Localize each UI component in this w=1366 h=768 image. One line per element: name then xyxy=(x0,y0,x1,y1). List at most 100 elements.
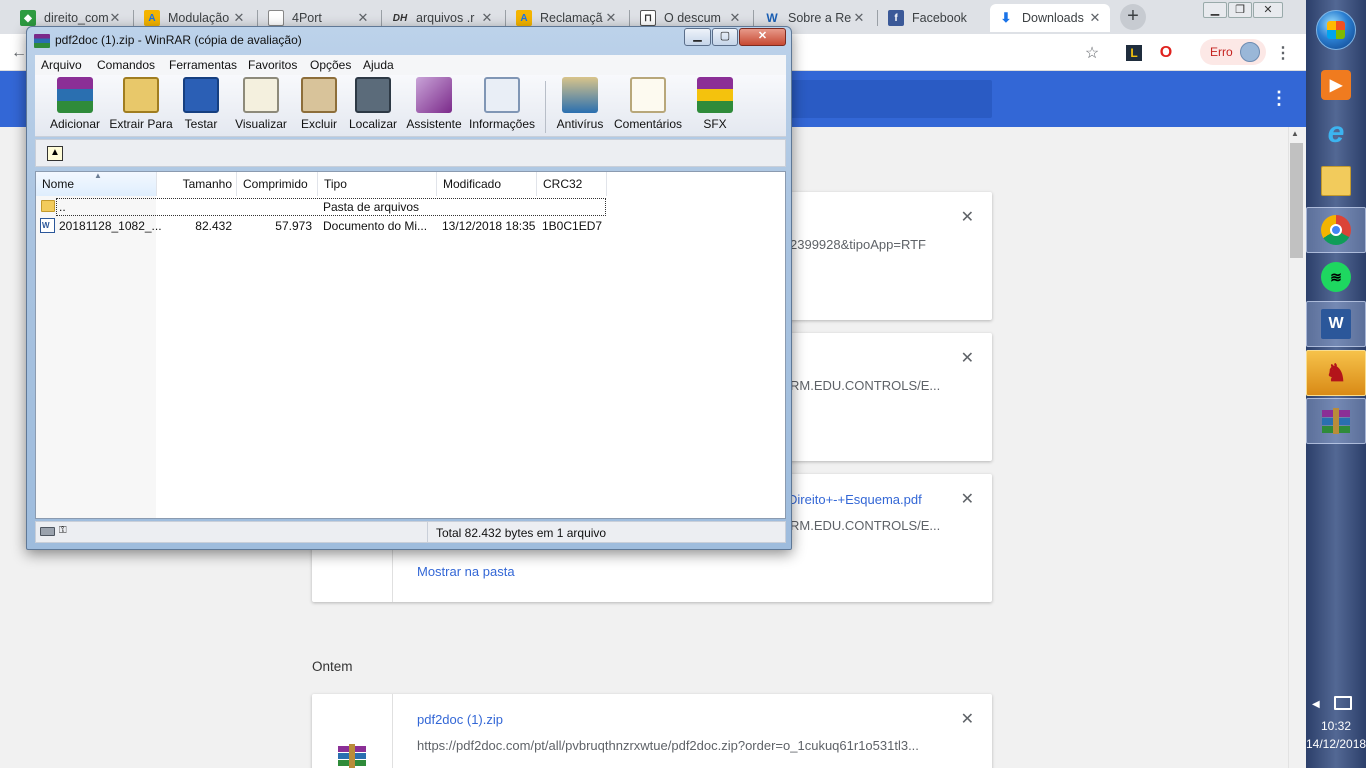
delete-label: Excluir xyxy=(300,117,337,131)
minimize-button[interactable]: ▁ xyxy=(684,28,711,46)
menu-comandos[interactable]: Comandos xyxy=(97,58,155,72)
tab-separator xyxy=(877,10,878,26)
close-icon[interactable]: ✕ xyxy=(480,10,494,26)
menu-arquivo[interactable]: Arquivo xyxy=(41,58,82,72)
info-button[interactable]: Informações xyxy=(469,77,535,131)
close-icon[interactable]: ✕ xyxy=(108,10,122,26)
network-icon[interactable] xyxy=(1334,696,1352,710)
winrar-window: pdf2doc (1).zip - WinRAR (cópia de avali… xyxy=(26,26,792,550)
ie-taskbar-button[interactable]: e xyxy=(1306,110,1366,156)
character-app-icon: ♞ xyxy=(1325,359,1347,387)
tab-separator xyxy=(505,10,506,26)
show-in-folder-link[interactable]: Mostrar na pasta xyxy=(417,564,515,579)
column-header-modified[interactable]: Modificado xyxy=(437,172,537,196)
tab-downloads[interactable]: ⬇ Downloads ✕ xyxy=(990,4,1110,32)
star-icon[interactable]: ☆ xyxy=(1081,42,1103,64)
tab-separator xyxy=(753,10,754,26)
info-icon xyxy=(484,77,520,113)
download-file-link[interactable]: pdf2doc (1).zip xyxy=(417,712,503,727)
find-button[interactable]: Localizar xyxy=(347,77,399,131)
wizard-button[interactable]: Assistente xyxy=(405,77,463,131)
menu-favoritos[interactable]: Favoritos xyxy=(248,58,297,72)
close-icon[interactable]: ✕ xyxy=(961,489,974,509)
media-player-taskbar-button[interactable]: ▶ xyxy=(1306,62,1366,108)
adsense-icon: A xyxy=(516,10,532,26)
column-header-size[interactable]: Tamanho xyxy=(157,172,237,196)
column-label: Tamanho xyxy=(182,177,232,191)
delete-button[interactable]: Excluir xyxy=(297,77,341,131)
clock-date[interactable]: 14/12/2018 xyxy=(1306,737,1366,751)
menu-ajuda[interactable]: Ajuda xyxy=(363,58,394,72)
column-header-name[interactable]: Nome ▲ xyxy=(36,172,157,196)
menu-opcoes[interactable]: Opções xyxy=(310,58,351,72)
table-row[interactable]: .. Pasta de arquivos xyxy=(36,198,785,217)
spotify-taskbar-button[interactable]: ≋ xyxy=(1306,254,1366,300)
comments-label: Comentários xyxy=(613,117,683,131)
status-bar: ⚿ Total 82.432 bytes em 1 arquivo xyxy=(35,521,786,543)
extract-to-button[interactable]: Extrair Para xyxy=(107,77,175,131)
restore-button[interactable]: ❐ xyxy=(1228,2,1252,18)
close-icon[interactable]: ✕ xyxy=(728,10,742,26)
sfx-icon xyxy=(697,77,733,113)
chrome-taskbar-button[interactable] xyxy=(1306,207,1366,253)
download-url: 2399928&tipoApp=RTF xyxy=(790,237,926,252)
antivirus-button[interactable]: Antivírus xyxy=(553,77,607,131)
add-button[interactable]: Adicionar xyxy=(39,77,111,131)
view-button[interactable]: Visualizar xyxy=(231,77,291,131)
close-icon[interactable]: ✕ xyxy=(1088,10,1102,26)
delete-bin-icon xyxy=(301,77,337,113)
file-packed: 57.973 xyxy=(275,219,312,233)
test-button[interactable]: Testar xyxy=(177,77,225,131)
close-icon[interactable]: ✕ xyxy=(961,709,974,729)
close-button[interactable]: ✕ xyxy=(739,28,786,46)
download-url: https://pdf2doc.com/pt/all/pvbruqthnzrxw… xyxy=(417,738,919,753)
more-actions-icon[interactable]: ⋮ xyxy=(1270,88,1288,109)
close-icon[interactable]: ✕ xyxy=(961,207,974,227)
tab-separator xyxy=(257,10,258,26)
key-icon[interactable]: ⚿ xyxy=(59,526,75,536)
close-icon[interactable]: ✕ xyxy=(604,10,618,26)
show-hidden-icons-icon[interactable]: ◀ xyxy=(1312,699,1320,710)
column-header-crc[interactable]: CRC32 xyxy=(537,172,607,196)
minimize-button[interactable]: ▁ xyxy=(1203,2,1227,18)
scrollbar-thumb[interactable] xyxy=(1290,143,1303,258)
folder-icon xyxy=(1321,166,1351,196)
download-file-link[interactable]: Direito+-+Esquema.pdf xyxy=(788,492,922,507)
clock-time[interactable]: 10:32 xyxy=(1306,719,1366,733)
column-label: Nome xyxy=(42,177,75,191)
opera-icon[interactable]: O xyxy=(1155,42,1177,64)
column-header-packed[interactable]: Comprimido xyxy=(237,172,318,196)
menu-kebab-icon[interactable]: ⋮ xyxy=(1272,42,1294,64)
menu-ferramentas[interactable]: Ferramentas xyxy=(169,58,237,72)
comments-button[interactable]: Comentários xyxy=(613,77,683,131)
table-row[interactable]: W 20181128_1082_... 82.432 57.973 Docume… xyxy=(36,217,785,236)
close-icon[interactable]: ✕ xyxy=(852,10,866,26)
sfx-button[interactable]: SFX xyxy=(695,77,735,131)
maximize-button[interactable]: ▢ xyxy=(712,28,738,46)
close-icon[interactable]: ✕ xyxy=(356,10,370,26)
file-type: Documento do Mi... xyxy=(323,219,428,233)
scroll-up-icon[interactable]: ▲ xyxy=(1291,129,1299,138)
file-list: Nome ▲ Tamanho Comprimido Tipo Modificad… xyxy=(35,171,786,519)
test-label: Testar xyxy=(184,117,218,131)
extension-l-icon[interactable]: L xyxy=(1123,42,1145,64)
word-taskbar-button[interactable]: W xyxy=(1306,301,1366,347)
explorer-taskbar-button[interactable] xyxy=(1306,158,1366,204)
downloads-search-input[interactable] xyxy=(780,80,992,118)
tab-separator xyxy=(629,10,630,26)
winrar-taskbar-button[interactable] xyxy=(1306,398,1366,444)
card-divider xyxy=(392,694,393,768)
close-window-button[interactable]: ✕ xyxy=(1253,2,1283,18)
app-taskbar-button[interactable]: ♞ xyxy=(1306,350,1366,396)
profile-error-button[interactable]: Erro xyxy=(1200,39,1266,65)
column-header-type[interactable]: Tipo xyxy=(318,172,437,196)
up-folder-icon[interactable]: ▲ xyxy=(47,146,63,161)
close-icon[interactable]: ✕ xyxy=(232,10,246,26)
info-label: Informações xyxy=(468,117,536,131)
new-tab-button[interactable]: + xyxy=(1120,4,1146,30)
start-button[interactable] xyxy=(1316,10,1356,50)
menu-bar: Arquivo Comandos Ferramentas Favoritos O… xyxy=(35,55,786,75)
drive-icon[interactable] xyxy=(40,527,55,536)
close-icon[interactable]: ✕ xyxy=(961,348,974,368)
tab-facebook[interactable]: f Facebook xyxy=(880,4,988,32)
